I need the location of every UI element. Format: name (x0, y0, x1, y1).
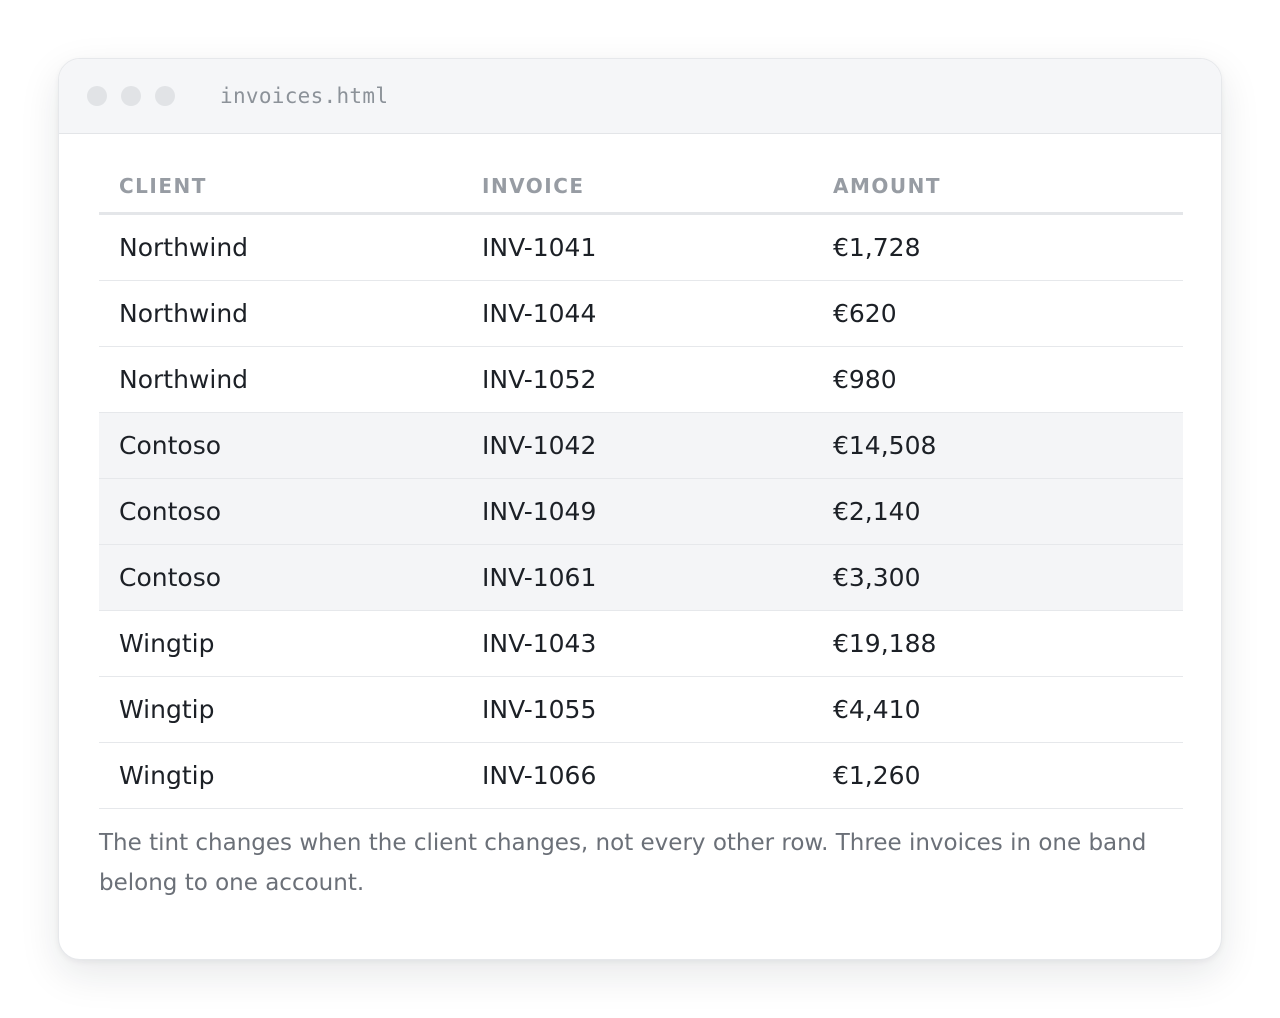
cell-invoice: INV-1052 (482, 346, 833, 413)
cell-amount: €3,300 (833, 544, 1183, 611)
cell-amount: €1,728 (833, 213, 1183, 281)
cell-invoice: INV-1066 (482, 742, 833, 809)
cell-invoice: INV-1043 (482, 610, 833, 677)
table-header-row: CLIENT INVOICE AMOUNT (99, 174, 1183, 215)
browser-window: invoices.html CLIENT INVOICE AMOUNT Nort… (58, 58, 1222, 960)
header-invoice: INVOICE (482, 174, 833, 215)
cell-amount: €14,508 (833, 412, 1183, 479)
page-content: CLIENT INVOICE AMOUNT Northwind INV-1041… (59, 134, 1221, 903)
header-amount: AMOUNT (833, 174, 1183, 215)
table-body: Northwind INV-1041 €1,728 Northwind INV-… (99, 213, 1183, 809)
cell-invoice: INV-1061 (482, 544, 833, 611)
table-row: Contoso INV-1061 €3,300 (99, 544, 1183, 611)
window-filename: invoices.html (220, 84, 389, 108)
cell-client: Contoso (99, 544, 482, 611)
invoices-table: CLIENT INVOICE AMOUNT Northwind INV-1041… (99, 174, 1183, 809)
cell-invoice: INV-1041 (482, 213, 833, 281)
cell-client: Northwind (99, 213, 482, 281)
cell-client: Wingtip (99, 676, 482, 743)
table-row: Northwind INV-1044 €620 (99, 280, 1183, 347)
cell-amount: €1,260 (833, 742, 1183, 809)
cell-amount: €980 (833, 346, 1183, 413)
table-row: Northwind INV-1041 €1,728 (99, 213, 1183, 281)
window-minimize-dot[interactable] (121, 86, 141, 106)
table-row: Contoso INV-1042 €14,508 (99, 412, 1183, 479)
table-row: Contoso INV-1049 €2,140 (99, 478, 1183, 545)
cell-amount: €19,188 (833, 610, 1183, 677)
cell-amount: €620 (833, 280, 1183, 347)
window-close-dot[interactable] (87, 86, 107, 106)
table-note: The tint changes when the client changes… (99, 830, 1147, 896)
table-row: Northwind INV-1052 €980 (99, 346, 1183, 413)
cell-client: Wingtip (99, 610, 482, 677)
cell-client: Contoso (99, 412, 482, 479)
cell-client: Contoso (99, 478, 482, 545)
cell-client: Wingtip (99, 742, 482, 809)
window-titlebar: invoices.html (59, 59, 1221, 134)
cell-invoice: INV-1055 (482, 676, 833, 743)
header-client: CLIENT (99, 174, 482, 215)
table-header: CLIENT INVOICE AMOUNT (99, 174, 1183, 215)
table-row: Wingtip INV-1055 €4,410 (99, 676, 1183, 743)
cell-amount: €4,410 (833, 676, 1183, 743)
cell-invoice: INV-1044 (482, 280, 833, 347)
cell-client: Northwind (99, 280, 482, 347)
cell-client: Northwind (99, 346, 482, 413)
table-row: Wingtip INV-1066 €1,260 (99, 742, 1183, 809)
window-maximize-dot[interactable] (155, 86, 175, 106)
cell-amount: €2,140 (833, 478, 1183, 545)
cell-invoice: INV-1049 (482, 478, 833, 545)
table-row: Wingtip INV-1043 €19,188 (99, 610, 1183, 677)
cell-invoice: INV-1042 (482, 412, 833, 479)
